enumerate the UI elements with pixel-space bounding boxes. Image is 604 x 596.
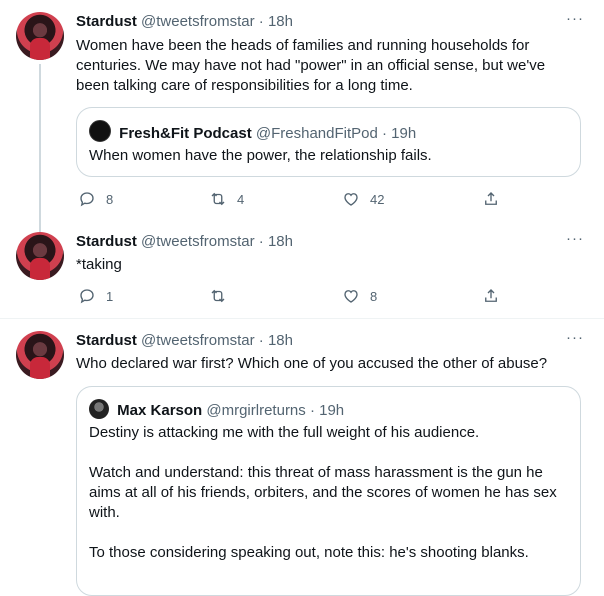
retweet-button[interactable]: 4 — [209, 189, 244, 209]
share-button[interactable] — [482, 286, 500, 306]
tweet-text: Who declared war first? Which one of you… — [76, 355, 548, 372]
author-name[interactable]: Stardust — [76, 13, 137, 30]
tweet-actions: 1 8 — [76, 286, 506, 306]
author-name[interactable]: Stardust — [76, 332, 137, 349]
quoted-author-name: Max Karson — [117, 402, 203, 419]
like-button[interactable]: 42 — [342, 189, 384, 209]
avatar[interactable] — [16, 12, 64, 60]
share-button[interactable] — [482, 189, 500, 209]
share-icon — [485, 289, 497, 302]
tweet-time[interactable]: · 18h — [259, 233, 293, 250]
tweet-3[interactable]: Stardust @tweetsfromstar · 18h ··· Who d… — [0, 319, 604, 596]
quoted-avatar — [89, 399, 109, 419]
avatar[interactable] — [16, 331, 64, 379]
quoted-header: Max Karson @mrgirlreturns · 19h — [89, 399, 344, 421]
retweet-icon — [211, 289, 225, 303]
quoted-avatar — [89, 120, 111, 142]
tweet-1[interactable]: Stardust @tweetsfromstar · 18h ··· Women… — [0, 0, 604, 232]
reply-count: 8 — [106, 191, 114, 207]
more-options-icon[interactable]: ··· — [566, 10, 584, 27]
tweet-time[interactable]: · 18h — [259, 332, 293, 349]
tweet-2[interactable]: Stardust @tweetsfromstar · 18h ··· *taki… — [0, 230, 604, 318]
quoted-author-name: Fresh&Fit Podcast — [119, 125, 252, 142]
retweet-icon — [211, 192, 225, 206]
author-handle[interactable]: @tweetsfromstar — [141, 13, 255, 30]
reply-icon — [80, 192, 94, 207]
author-handle[interactable]: @tweetsfromstar — [141, 332, 255, 349]
quoted-author-handle: @mrgirlreturns — [206, 402, 306, 419]
retweet-button[interactable] — [209, 286, 237, 306]
quoted-header: Fresh&Fit Podcast @FreshandFitPod · 19h — [89, 120, 416, 144]
quoted-time: · 19h — [309, 402, 345, 419]
quoted-tweet[interactable]: Fresh&Fit Podcast @FreshandFitPod · 19h … — [76, 107, 581, 177]
tweet-text: *taking — [76, 256, 122, 273]
like-button[interactable]: 8 — [342, 286, 377, 306]
reply-count: 1 — [106, 288, 114, 304]
more-options-icon[interactable]: ··· — [566, 230, 584, 247]
quoted-paragraph-2: Watch and understand: this threat of mas… — [89, 464, 557, 521]
author-handle[interactable]: @tweetsfromstar — [141, 233, 255, 250]
heart-icon — [344, 290, 358, 303]
quoted-paragraph-3: To those considering speaking out, note … — [89, 544, 529, 561]
reply-button[interactable]: 8 — [78, 189, 113, 209]
avatar[interactable] — [16, 232, 64, 280]
quoted-text: When women have the power, the relations… — [89, 147, 432, 164]
tweet-time[interactable]: · 18h — [259, 13, 293, 30]
reply-button[interactable]: 1 — [78, 286, 113, 306]
like-count: 8 — [370, 288, 378, 304]
quoted-paragraph-1: Destiny is attacking me with the full we… — [89, 424, 480, 441]
share-icon — [485, 192, 497, 205]
like-count: 42 — [370, 191, 385, 207]
heart-icon — [344, 193, 358, 206]
quoted-time: · 19h — [382, 125, 417, 142]
tweet-header: Stardust @tweetsfromstar · 18h — [76, 12, 293, 32]
more-options-icon[interactable]: ··· — [566, 329, 584, 346]
tweet-header: Stardust @tweetsfromstar · 18h — [76, 331, 293, 351]
tweet-header: Stardust @tweetsfromstar · 18h — [76, 232, 293, 252]
quoted-tweet[interactable]: Max Karson @mrgirlreturns · 19h Destiny … — [76, 386, 581, 596]
tweet-actions: 8 4 42 — [76, 189, 506, 209]
author-name[interactable]: Stardust — [76, 233, 137, 250]
tweet-text: Women have been the heads of families an… — [76, 37, 546, 94]
thread-line — [39, 64, 41, 232]
retweet-count: 4 — [237, 191, 245, 207]
quoted-author-handle: @FreshandFitPod — [255, 125, 378, 142]
reply-icon — [80, 289, 94, 304]
